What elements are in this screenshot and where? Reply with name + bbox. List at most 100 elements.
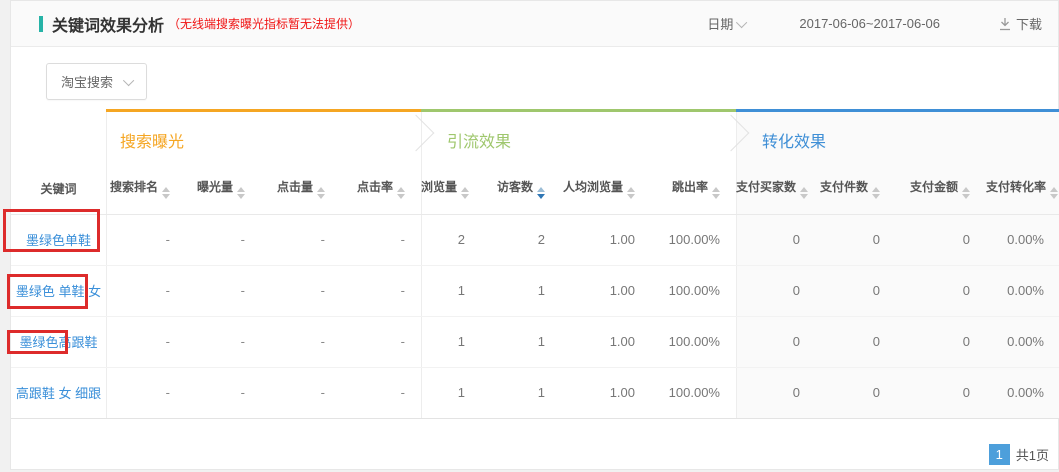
- cell-items-paid: 0: [816, 214, 896, 265]
- sort-icon: [627, 187, 635, 199]
- cell-payment-conversion: 0.00%: [986, 214, 1059, 265]
- download-button[interactable]: 下载: [998, 14, 1042, 33]
- table-row: 墨绿色单鞋 - - - - 2 2 1.00 100.00% 0 0 0 0.0…: [11, 214, 1059, 265]
- cell-bounce-rate: 100.00%: [651, 265, 736, 316]
- pagination: 1 共1页: [989, 444, 1049, 465]
- cell-impressions: -: [186, 265, 261, 316]
- cell-pv-per-visitor: 1.00: [561, 367, 651, 418]
- page-number[interactable]: 1: [989, 444, 1010, 465]
- column-header-bounce-rate[interactable]: 跳出率: [651, 163, 736, 214]
- column-header-pv-per-visitor[interactable]: 人均浏览量: [561, 163, 651, 214]
- cell-payment-conversion: 0.00%: [986, 316, 1059, 367]
- cell-bounce-rate: 100.00%: [651, 367, 736, 418]
- table-row: 高跟鞋 女 细跟 - - - - 1 1 1.00 100.00% 0 0 0 …: [11, 367, 1059, 418]
- group-label: 引流效果: [447, 128, 511, 152]
- cell-paying-buyers: 0: [736, 265, 816, 316]
- cell-visitors: 1: [481, 265, 561, 316]
- title-note: （无线端搜索曝光指标暂无法提供）: [168, 15, 360, 32]
- group-search-exposure: 搜索曝光: [106, 109, 421, 163]
- cell-visitors: 2: [481, 214, 561, 265]
- sort-icon: [397, 187, 405, 199]
- cell-impressions: -: [186, 214, 261, 265]
- cell-search-rank: -: [106, 367, 186, 418]
- date-range: 2017-06-06~2017-06-06: [799, 16, 940, 31]
- download-label: 下载: [1016, 14, 1042, 33]
- group-traffic-effect: 引流效果: [421, 109, 736, 163]
- date-dropdown[interactable]: 日期: [707, 14, 747, 33]
- cell-bounce-rate: 100.00%: [651, 316, 736, 367]
- cell-ctr: -: [341, 214, 421, 265]
- table-row: 墨绿色 单鞋 女 - - - - 1 1 1.00 100.00% 0 0 0 …: [11, 265, 1059, 316]
- download-icon: [998, 17, 1012, 31]
- page-total-label: 共1页: [1016, 445, 1049, 464]
- channel-select-value: 淘宝搜索: [61, 72, 113, 91]
- sort-icon: [461, 187, 469, 199]
- cell-pv-per-visitor: 1.00: [561, 214, 651, 265]
- sort-icon: [237, 187, 245, 199]
- sort-icon: [800, 187, 808, 199]
- cell-payment-conversion: 0.00%: [986, 265, 1059, 316]
- cell-search-rank: -: [106, 265, 186, 316]
- column-header-pageviews[interactable]: 浏览量: [421, 163, 481, 214]
- cell-pageviews: 1: [421, 316, 481, 367]
- cell-paying-buyers: 0: [736, 367, 816, 418]
- cell-clicks: -: [261, 214, 341, 265]
- cell-payment-amount: 0: [896, 367, 986, 418]
- sort-icon: [712, 187, 720, 199]
- table-header-row: 关键词 搜索排名 曝光量 点击量 点击率 浏览量 访客数 人均浏览量 跳出率 支…: [11, 163, 1059, 214]
- keyword-cell: 高跟鞋 女 细跟: [11, 367, 106, 418]
- column-header-search-rank[interactable]: 搜索排名: [106, 163, 186, 214]
- keyword-link[interactable]: 高跟鞋 女 细跟: [16, 386, 101, 401]
- column-header-clicks[interactable]: 点击量: [261, 163, 341, 214]
- cell-paying-buyers: 0: [736, 214, 816, 265]
- keyword-analysis-panel: 关键词效果分析 （无线端搜索曝光指标暂无法提供） 日期 2017-06-06~2…: [10, 0, 1059, 470]
- group-label: 搜索曝光: [120, 128, 184, 152]
- column-header-payment-conversion[interactable]: 支付转化率: [986, 163, 1059, 214]
- cell-clicks: -: [261, 316, 341, 367]
- sort-icon: [162, 187, 170, 199]
- cell-search-rank: -: [106, 316, 186, 367]
- cell-payment-conversion: 0.00%: [986, 367, 1059, 418]
- cell-bounce-rate: 100.00%: [651, 214, 736, 265]
- chevron-down-icon: [123, 74, 134, 85]
- cell-visitors: 1: [481, 316, 561, 367]
- chevron-down-icon: [736, 16, 747, 27]
- column-header-items-paid[interactable]: 支付件数: [816, 163, 896, 214]
- cell-payment-amount: 0: [896, 265, 986, 316]
- column-header-keyword: 关键词: [11, 163, 106, 214]
- cell-visitors: 1: [481, 367, 561, 418]
- sort-icon: [317, 187, 325, 199]
- cell-clicks: -: [261, 265, 341, 316]
- keyword-link[interactable]: 墨绿色高跟鞋: [19, 335, 97, 350]
- keyword-link[interactable]: 墨绿色单鞋: [26, 233, 91, 248]
- group-conversion-effect: 转化效果: [736, 109, 1059, 163]
- metric-group-band: 搜索曝光 引流效果 转化效果: [11, 109, 1058, 163]
- keyword-link[interactable]: 墨绿色 单鞋 女: [16, 284, 101, 299]
- sort-icon-active: [537, 187, 545, 199]
- page-title: 关键词效果分析: [52, 12, 164, 36]
- cell-items-paid: 0: [816, 367, 896, 418]
- column-header-impressions[interactable]: 曝光量: [186, 163, 261, 214]
- column-header-payment-amount[interactable]: 支付金额: [896, 163, 986, 214]
- cell-pv-per-visitor: 1.00: [561, 265, 651, 316]
- title-bar: 关键词效果分析 （无线端搜索曝光指标暂无法提供） 日期 2017-06-06~2…: [11, 1, 1058, 47]
- cell-pageviews: 1: [421, 265, 481, 316]
- cell-pv-per-visitor: 1.00: [561, 316, 651, 367]
- cell-ctr: -: [341, 265, 421, 316]
- cell-payment-amount: 0: [896, 214, 986, 265]
- date-dropdown-label: 日期: [707, 14, 733, 33]
- cell-items-paid: 0: [816, 265, 896, 316]
- channel-select[interactable]: 淘宝搜索: [46, 63, 147, 100]
- keyword-metrics-table: 关键词 搜索排名 曝光量 点击量 点击率 浏览量 访客数 人均浏览量 跳出率 支…: [11, 163, 1059, 419]
- cell-paying-buyers: 0: [736, 316, 816, 367]
- column-header-paying-buyers[interactable]: 支付买家数: [736, 163, 816, 214]
- title-bar-actions: 日期 2017-06-06~2017-06-06 下载: [707, 14, 1042, 33]
- cell-impressions: -: [186, 316, 261, 367]
- keyword-cell: 墨绿色单鞋: [11, 214, 106, 265]
- cell-items-paid: 0: [816, 316, 896, 367]
- cell-pageviews: 2: [421, 214, 481, 265]
- column-header-ctr[interactable]: 点击率: [341, 163, 421, 214]
- column-header-visitors[interactable]: 访客数: [481, 163, 561, 214]
- keyword-cell: 墨绿色 单鞋 女: [11, 265, 106, 316]
- cell-impressions: -: [186, 367, 261, 418]
